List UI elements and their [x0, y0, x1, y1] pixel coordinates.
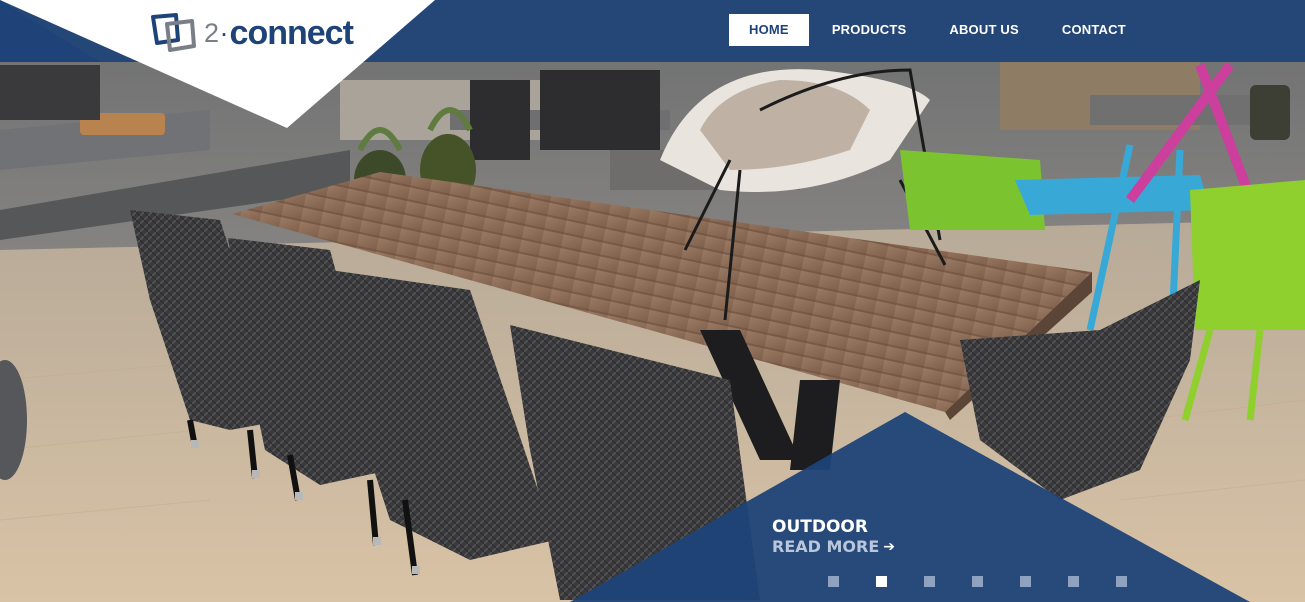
page: 2 · connect HOME PRODUCTS ABOUT US CONTA… — [0, 0, 1305, 602]
caption-backdrop — [570, 412, 1250, 602]
slide-title: OUTDOOR — [772, 517, 868, 537]
read-more-label: READ MORE — [772, 537, 880, 556]
slide-indicator-6[interactable] — [1068, 576, 1079, 587]
main-nav: HOME PRODUCTS ABOUT US CONTACT — [729, 14, 1149, 46]
brand-separator: · — [219, 17, 229, 48]
slide-indicators — [828, 576, 1164, 587]
read-more-link[interactable]: READ MORE ➔ — [772, 537, 895, 557]
brand-logo[interactable]: 2 · connect — [150, 12, 354, 54]
slide-indicator-2[interactable] — [876, 576, 887, 587]
slide-indicator-4[interactable] — [972, 576, 983, 587]
slide-indicator-3[interactable] — [924, 576, 935, 587]
brand-name: connect — [229, 13, 354, 52]
nav-home[interactable]: HOME — [729, 14, 809, 46]
brand-prefix: 2 — [204, 17, 219, 48]
slide-caption: OUTDOOR READ MORE ➔ — [772, 517, 895, 557]
arrow-right-icon: ➔ — [883, 539, 895, 555]
slide-indicator-1[interactable] — [828, 576, 839, 587]
logo-icon — [151, 13, 196, 52]
nav-contact[interactable]: CONTACT — [1042, 14, 1146, 46]
slide-indicator-5[interactable] — [1020, 576, 1031, 587]
nav-about-us[interactable]: ABOUT US — [929, 14, 1039, 46]
slide-indicator-7[interactable] — [1116, 576, 1127, 587]
nav-products[interactable]: PRODUCTS — [812, 14, 927, 46]
